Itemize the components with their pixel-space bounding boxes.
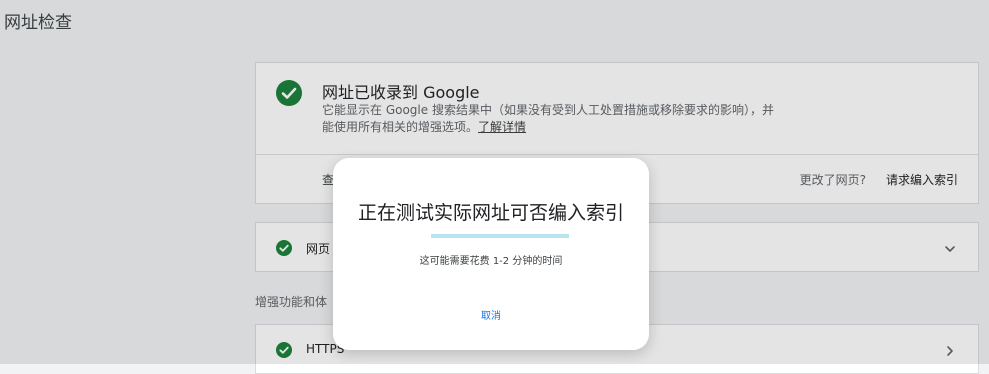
progress-bar [431, 234, 569, 238]
dialog-title: 正在测试实际网址可否编入索引 [357, 202, 624, 224]
cancel-button[interactable]: 取消 [471, 304, 511, 324]
dialog-subtitle: 这可能需要花费 1-2 分钟的时间 [419, 256, 563, 267]
live-test-dialog: 正在测试实际网址可否编入索引 这可能需要花费 1-2 分钟的时间 取消 [333, 158, 649, 350]
